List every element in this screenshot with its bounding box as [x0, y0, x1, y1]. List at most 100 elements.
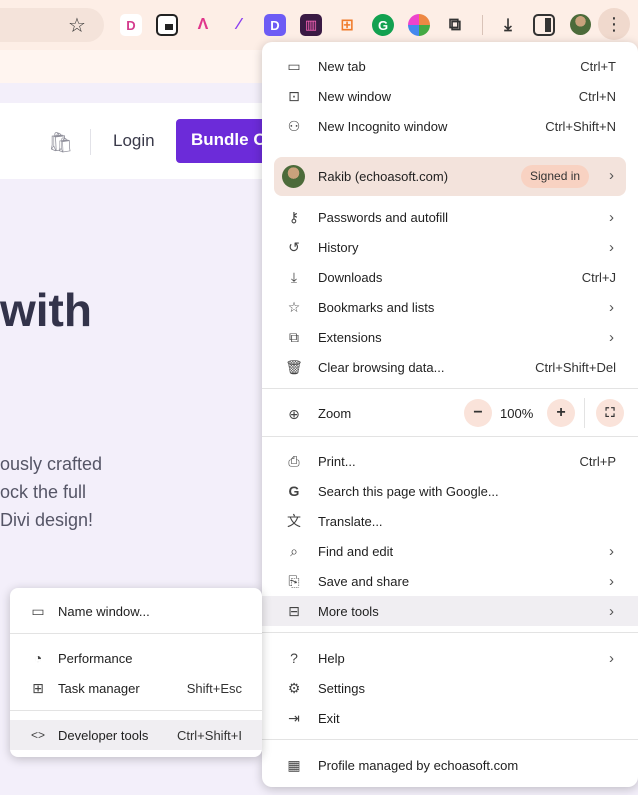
exit-item[interactable]: ⇥ Exit	[262, 703, 638, 733]
performance-item[interactable]: ◔ Performance	[10, 643, 262, 673]
developer-tools-shortcut: Ctrl+Shift+I	[176, 727, 242, 743]
save-share-item[interactable]: ⎘ Save and share ›	[262, 566, 638, 596]
find-edit-label: Find and edit	[318, 543, 394, 559]
download-icon[interactable]: ⤓	[497, 14, 519, 36]
passwords-label: Passwords and autofill	[318, 209, 449, 225]
more-tools-label: More tools	[318, 603, 379, 619]
hero-line-2: ock the full	[0, 482, 87, 502]
profile-avatar	[282, 165, 305, 188]
key-icon: ⚷	[288, 208, 300, 225]
name-window-label: Name window...	[58, 603, 150, 619]
code-icon: <>	[30, 728, 45, 742]
incognito-item[interactable]: ⚇ New Incognito window Ctrl+Shift+N	[262, 111, 638, 141]
new-tab-item[interactable]: ▭ New tab Ctrl+T	[262, 51, 638, 81]
task-manager-item[interactable]: ⊞ Task manager Shift+Esc	[10, 673, 262, 703]
translate-item[interactable]: 文 Translate...	[262, 506, 638, 536]
star-icon: ☆	[287, 298, 301, 315]
extensions-puzzle-icon[interactable]: ⧉	[444, 14, 466, 36]
developer-tools-label: Developer tools	[58, 727, 149, 743]
exit-label: Exit	[318, 710, 340, 726]
analytics-extension-icon[interactable]: ▥	[300, 14, 322, 36]
zoom-out-button[interactable]: −	[464, 399, 492, 427]
login-link[interactable]: Login	[113, 131, 155, 151]
new-window-shortcut: Ctrl+N	[578, 88, 616, 104]
find-edit-item[interactable]: ⌕ Find and edit ›	[262, 536, 638, 566]
managed-profile-item[interactable]: ▦ Profile managed by echoasoft.com	[262, 750, 638, 780]
toolbar-separator	[482, 15, 483, 35]
print-item[interactable]: ⎙ Print... Ctrl+P	[262, 446, 638, 476]
new-window-item[interactable]: ⊡ New window Ctrl+N	[262, 81, 638, 111]
extensions-label: Extensions	[318, 329, 382, 345]
download-icon: ⤓	[290, 268, 298, 285]
color-picker-icon[interactable]	[408, 14, 430, 36]
help-icon: ?	[290, 650, 298, 666]
chevron-right-icon: ›	[609, 542, 614, 560]
profile-name: Rakib (echoasoft.com)	[318, 169, 449, 184]
zoom-in-button[interactable]: +	[547, 399, 575, 427]
downloads-label: Downloads	[318, 269, 383, 285]
chevron-right-icon: ›	[609, 298, 614, 316]
address-bar[interactable]	[0, 8, 104, 42]
more-vert-icon[interactable]: ⋮	[598, 8, 630, 40]
exit-icon: ⇥	[288, 709, 300, 726]
chevron-right-icon: ›	[609, 328, 614, 346]
cart-icon[interactable]: 🛍	[48, 130, 73, 155]
speedometer-icon: ◔	[33, 650, 43, 666]
building-icon: ▦	[287, 756, 301, 773]
help-item[interactable]: ? Help ›	[262, 643, 638, 673]
clear-data-item[interactable]: 🗑 Clear browsing data... Ctrl+Shift+Del	[262, 352, 638, 382]
zoom-icon: ⊕	[288, 405, 300, 422]
downloads-shortcut: Ctrl+J	[581, 269, 616, 285]
extensions-item[interactable]: ⧉ Extensions ›	[262, 322, 638, 352]
help-label: Help	[318, 650, 345, 666]
downloads-item[interactable]: ⤓ Downloads Ctrl+J	[262, 262, 638, 292]
passwords-item[interactable]: ⚷ Passwords and autofill ›	[262, 202, 638, 232]
menu-divider	[262, 388, 638, 389]
task-manager-label: Task manager	[58, 680, 140, 696]
incognito-shortcut: Ctrl+Shift+N	[545, 118, 616, 134]
performance-label: Performance	[58, 650, 133, 666]
new-window-icon: ⊡	[288, 87, 300, 104]
grammarly-icon[interactable]: G	[372, 14, 394, 36]
menu-divider	[262, 739, 638, 740]
clear-data-label: Clear browsing data...	[318, 359, 445, 375]
picture-in-picture-icon[interactable]	[156, 14, 178, 36]
print-icon: ⎙	[288, 452, 300, 469]
task-manager-icon: ⊞	[32, 679, 44, 696]
bookmark-star-icon[interactable]: ☆	[68, 13, 86, 38]
extension-a-icon[interactable]: Λ	[192, 14, 214, 36]
signed-in-badge: Signed in	[521, 165, 590, 188]
extension-d2-icon[interactable]: D	[264, 14, 286, 36]
gear-icon: ⚙	[287, 679, 301, 696]
profile-avatar[interactable]	[570, 14, 591, 35]
hero-line-3: Divi design!	[0, 510, 94, 530]
layout-extension-icon[interactable]: ⊞	[336, 14, 358, 36]
name-window-item[interactable]: ▭ Name window...	[10, 596, 262, 626]
zoom-level: 100%	[500, 406, 534, 421]
pen-extension-icon[interactable]: ∕	[228, 14, 250, 36]
incognito-icon: ⚇	[287, 117, 301, 134]
settings-label: Settings	[318, 680, 365, 696]
menu-divider	[262, 436, 638, 437]
translate-label: Translate...	[318, 513, 383, 529]
side-panel-icon[interactable]	[533, 14, 555, 36]
zoom-label: Zoom	[318, 406, 352, 421]
managed-profile-label: Profile managed by echoasoft.com	[318, 757, 519, 773]
more-tools-item[interactable]: ⊟ More tools ›	[262, 596, 638, 626]
fullscreen-icon[interactable]: ⛶	[596, 399, 624, 427]
settings-item[interactable]: ⚙ Settings	[262, 673, 638, 703]
save-share-icon: ⎘	[288, 572, 300, 589]
submenu-divider	[10, 710, 262, 711]
print-label: Print...	[318, 453, 356, 469]
toolbox-icon: ⊟	[288, 602, 300, 619]
history-label: History	[318, 239, 359, 255]
find-page-icon: ⌕	[290, 542, 298, 559]
profile-row[interactable]: Rakib (echoasoft.com) Signed in ›	[274, 157, 626, 196]
history-item[interactable]: ↺ History ›	[262, 232, 638, 262]
bookmarks-item[interactable]: ☆ Bookmarks and lists ›	[262, 292, 638, 322]
developer-tools-item[interactable]: <> Developer tools Ctrl+Shift+I	[10, 720, 262, 750]
task-manager-shortcut: Shift+Esc	[186, 680, 242, 696]
extension-d-icon[interactable]: D	[120, 14, 142, 36]
search-google-item[interactable]: G Search this page with Google...	[262, 476, 638, 506]
history-icon: ↺	[288, 238, 300, 255]
